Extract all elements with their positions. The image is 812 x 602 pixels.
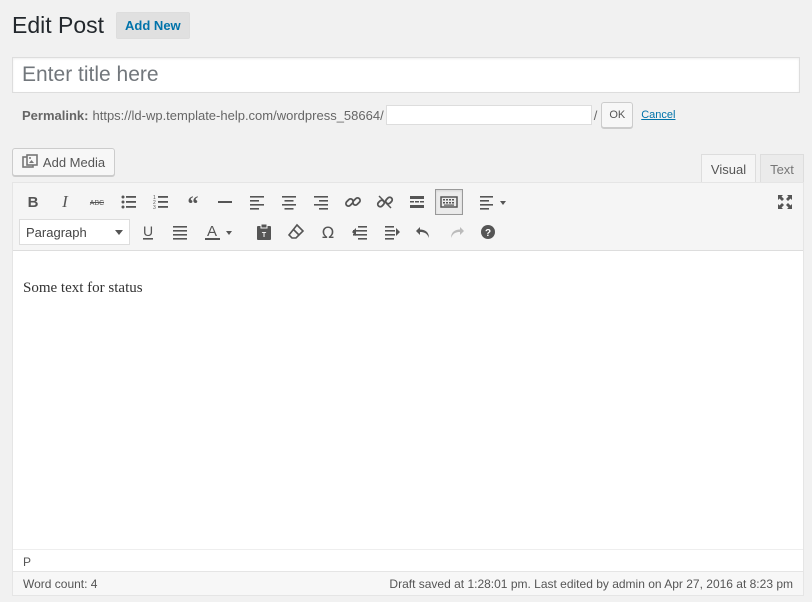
permalink-ok-button[interactable]: OK: [601, 102, 634, 128]
outdent-icon[interactable]: [346, 219, 374, 245]
svg-text:Ω: Ω: [322, 223, 334, 242]
post-editor: B I ABC 123 “ Paragraph U A T Ω ? Some t…: [12, 182, 804, 596]
bold-icon[interactable]: B: [19, 189, 47, 215]
redo-icon[interactable]: [442, 219, 470, 245]
svg-text:ABC: ABC: [90, 200, 104, 207]
align-left-icon[interactable]: [243, 189, 271, 215]
link-icon[interactable]: [339, 189, 367, 215]
element-path-tag[interactable]: P: [23, 555, 31, 569]
special-character-icon[interactable]: Ω: [314, 219, 342, 245]
svg-text:I: I: [61, 192, 69, 211]
svg-text:?: ?: [485, 228, 491, 239]
align-right-icon[interactable]: [307, 189, 335, 215]
page-title: Edit Post: [12, 11, 105, 38]
chevron-down-icon: [115, 230, 123, 235]
editor-content[interactable]: Some text for status: [23, 280, 143, 297]
paste-text-icon[interactable]: T: [250, 219, 278, 245]
editor-status-bar: Word count: 4 Draft saved at 1:28:01 pm.…: [13, 571, 803, 595]
bullet-list-icon[interactable]: [115, 189, 143, 215]
permalink-slug-input[interactable]: [385, 105, 592, 125]
permalink-row: Permalink: https://ld-wp.template-help.c…: [22, 102, 675, 128]
paragraph-format-select[interactable]: Paragraph: [19, 219, 130, 245]
text-align-dropdown-icon[interactable]: [473, 189, 513, 215]
svg-text:“: “: [188, 192, 199, 212]
justify-icon[interactable]: [166, 219, 194, 245]
fullscreen-icon[interactable]: [771, 189, 799, 215]
permalink-base-url: https://ld-wp.template-help.com/wordpres…: [92, 107, 384, 123]
toolbar-toggle-icon[interactable]: [435, 189, 463, 215]
indent-icon[interactable]: [378, 219, 406, 245]
element-path: P: [13, 549, 803, 571]
tab-visual[interactable]: Visual: [701, 154, 756, 183]
read-more-icon[interactable]: [403, 189, 431, 215]
blockquote-icon[interactable]: “: [179, 189, 207, 215]
autosave-status: Draft saved at 1:28:01 pm. Last edited b…: [389, 576, 793, 591]
permalink-label: Permalink:: [22, 107, 89, 123]
editor-toolbar: B I ABC 123 “ Paragraph U A T Ω ?: [13, 183, 803, 251]
permalink-suffix: /: [593, 107, 598, 123]
svg-text:3: 3: [153, 205, 156, 211]
add-media-icon: [22, 154, 38, 168]
paragraph-format-value: Paragraph: [26, 224, 87, 240]
svg-text:B: B: [28, 194, 39, 211]
svg-text:T: T: [262, 232, 267, 239]
help-icon[interactable]: ?: [474, 219, 502, 245]
tab-text[interactable]: Text: [760, 154, 804, 183]
text-color-icon[interactable]: A: [198, 219, 240, 245]
permalink-cancel-link[interactable]: Cancel: [641, 109, 675, 121]
add-new-button[interactable]: Add New: [116, 11, 190, 39]
undo-icon[interactable]: [410, 219, 438, 245]
unlink-icon[interactable]: [371, 189, 399, 215]
word-count: Word count: 4: [23, 576, 98, 591]
svg-text:U: U: [143, 223, 153, 239]
align-center-icon[interactable]: [275, 189, 303, 215]
numbered-list-icon[interactable]: 123: [147, 189, 175, 215]
horizontal-line-icon[interactable]: [211, 189, 239, 215]
strikethrough-icon[interactable]: ABC: [83, 189, 111, 215]
italic-icon[interactable]: I: [51, 189, 79, 215]
add-media-label: Add Media: [42, 154, 106, 170]
add-media-button[interactable]: Add Media: [12, 148, 115, 176]
page-header: Edit Post Add New: [12, 8, 190, 42]
svg-text:A: A: [207, 223, 217, 240]
clear-formatting-icon[interactable]: [282, 219, 310, 245]
underline-icon[interactable]: U: [134, 219, 162, 245]
post-title-input[interactable]: [12, 57, 800, 93]
